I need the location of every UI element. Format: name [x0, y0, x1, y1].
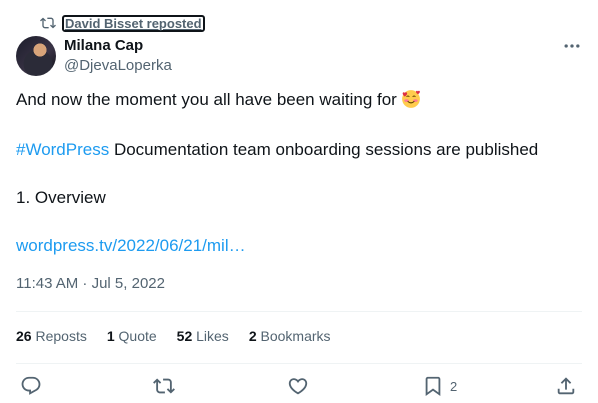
heart-icon — [288, 378, 308, 395]
bookmark-icon — [425, 376, 441, 397]
repost-indicator: David Bisset reposted — [40, 14, 205, 32]
reply-icon — [21, 376, 41, 395]
author-name[interactable]: Milana Cap — [64, 37, 143, 54]
likes-stat[interactable]: 52 Likes — [177, 328, 229, 344]
quotes-count: 1 — [106, 328, 115, 344]
tweet-line-2-text: Documentation team onboarding sessions a… — [109, 140, 539, 159]
reply-button[interactable] — [20, 375, 42, 397]
bookmark-count: 2 — [450, 378, 458, 394]
quotes-stat[interactable]: 1 Quote — [107, 328, 157, 344]
quotes-label: Quote — [118, 328, 157, 344]
repost-icon — [40, 17, 56, 29]
tweet-line-1-text: And now the moment you all have been wai… — [16, 90, 397, 109]
divider — [16, 311, 582, 312]
repost-button[interactable] — [153, 375, 175, 397]
reposts-count: 26 — [16, 328, 32, 344]
tweet-line-1: And now the moment you all have been wai… — [16, 88, 421, 112]
share-icon — [557, 377, 575, 395]
avatar[interactable] — [16, 36, 56, 76]
likes-label: Likes — [196, 328, 229, 344]
tweet-url-link-line: wordpress.tv/2022/06/21/mil… — [16, 234, 246, 258]
repost-icon — [153, 378, 175, 394]
reposts-label: Reposts — [35, 328, 87, 344]
bookmarks-count: 2 — [248, 328, 257, 344]
bookmark-button[interactable]: 2 — [422, 375, 457, 397]
tweet-stats: 26 Reposts 1 Quote 52 Likes 2 Bookmarks — [16, 328, 331, 344]
likes-count: 52 — [176, 328, 193, 344]
hashtag-link[interactable]: #WordPress — [16, 140, 109, 159]
bookmarks-stat[interactable]: 2 Bookmarks — [249, 328, 331, 344]
tweet-timestamp[interactable]: 11:43 AM · Jul 5, 2022 — [16, 275, 165, 292]
author-handle[interactable]: @DjevaLoperka — [64, 57, 172, 74]
tweet-line-2: #WordPress Documentation team onboarding… — [16, 138, 538, 162]
divider — [16, 363, 582, 364]
reposter-link[interactable]: David Bisset reposted — [62, 14, 205, 32]
more-options-icon[interactable] — [562, 36, 582, 56]
tweet-url-link[interactable]: wordpress.tv/2022/06/21/mil… — [16, 236, 246, 255]
bookmarks-label: Bookmarks — [260, 328, 331, 344]
tweet-line-3: 1. Overview — [16, 188, 106, 207]
reposts-stat[interactable]: 26 Reposts — [16, 328, 87, 344]
smiling-face-with-hearts-icon — [401, 90, 420, 108]
share-button[interactable] — [555, 375, 577, 397]
tweet-actions: 2 — [16, 375, 582, 399]
like-button[interactable] — [287, 375, 309, 397]
